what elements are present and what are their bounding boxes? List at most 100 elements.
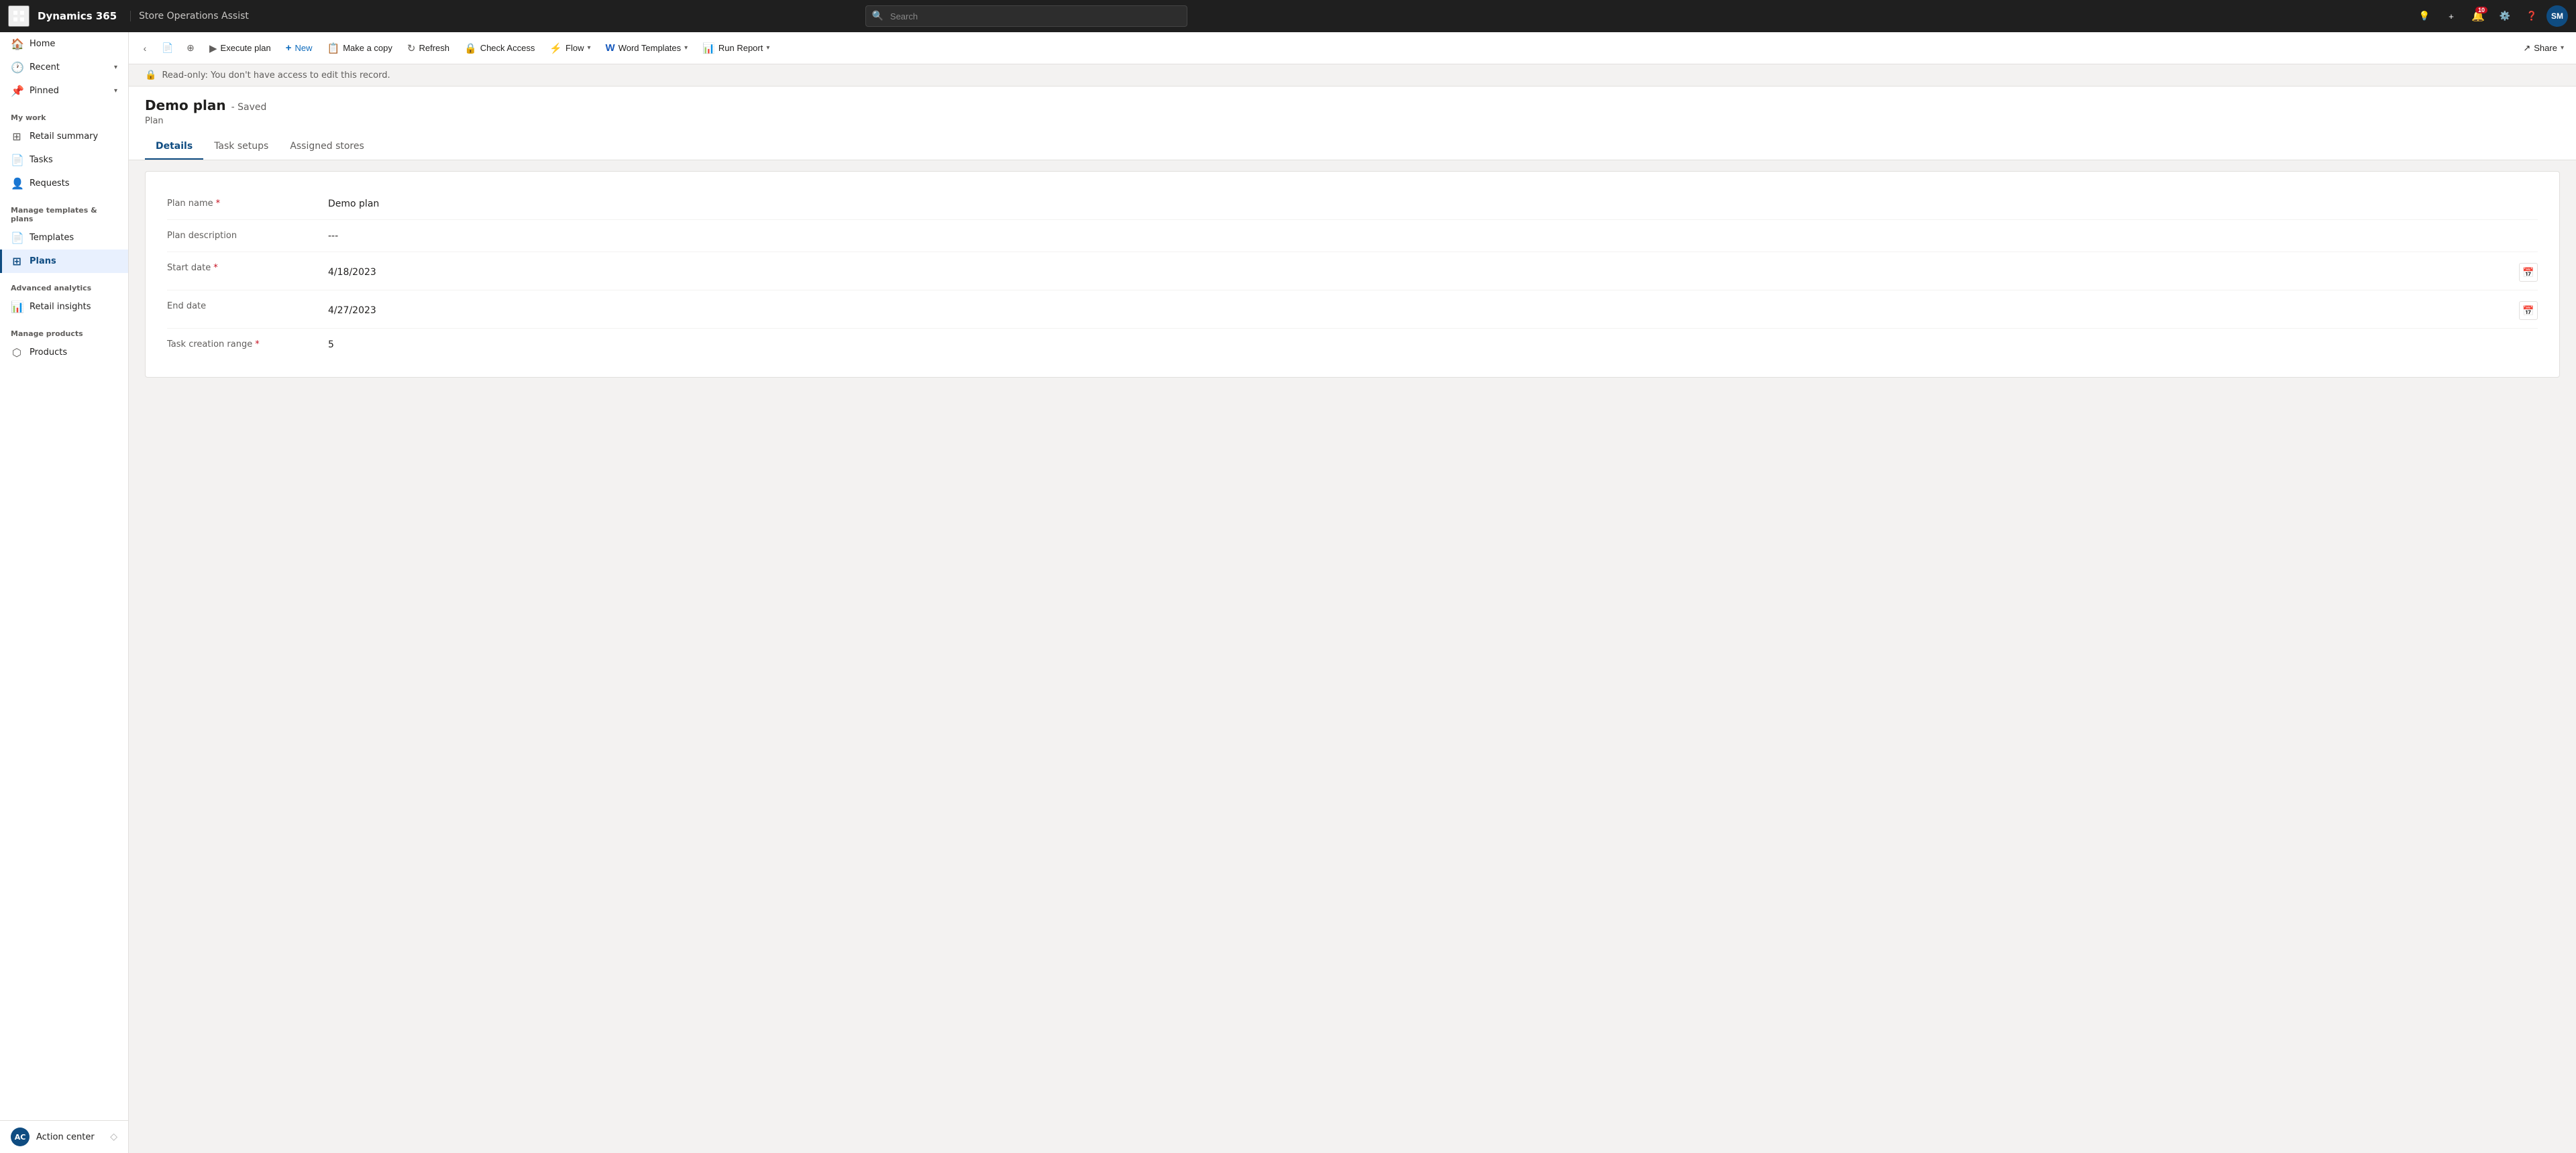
form-row-plan-description: Plan description ---: [167, 220, 2538, 252]
top-nav-actions: 💡 + 🔔 10 ⚙️ ❓ SM: [2412, 4, 2568, 28]
plan-name-text: Demo plan: [328, 199, 2538, 209]
sidebar-item-requests[interactable]: 👤 Requests: [0, 172, 128, 195]
pin-icon: 📌: [11, 85, 23, 97]
search-bar: 🔍: [865, 5, 1187, 27]
run-report-icon: 📊: [702, 42, 715, 54]
readonly-banner: 🔒 Read-only: You don't have access to ed…: [129, 64, 2576, 87]
flow-dropdown-icon: ▾: [587, 44, 590, 52]
share-icon: ↗: [2523, 43, 2530, 54]
start-date-value: 4/18/2023 📅: [328, 260, 2538, 282]
settings-icon-btn[interactable]: ⚙️: [2493, 4, 2517, 28]
back-button[interactable]: ‹: [134, 38, 156, 59]
sidebar-item-home[interactable]: 🏠 Home: [0, 32, 128, 56]
sidebar-item-products-label: Products: [30, 347, 67, 358]
end-date-value: 4/27/2023 📅: [328, 298, 2538, 320]
record-title: Demo plan: [145, 97, 226, 113]
lightbulb-icon-btn[interactable]: 💡: [2412, 4, 2436, 28]
tab-task-setups[interactable]: Task setups: [203, 134, 279, 160]
action-center-item[interactable]: AC Action center ◇: [0, 1121, 128, 1153]
share-dropdown-icon: ▾: [2561, 44, 2564, 52]
app-name: Store Operations Assist: [130, 11, 249, 21]
advanced-analytics-section-label: Advanced analytics: [0, 273, 128, 295]
form-row-plan-name: Plan name * Demo plan: [167, 188, 2538, 220]
share-button[interactable]: ↗ Share ▾: [2516, 39, 2571, 58]
sidebar-item-pinned[interactable]: 📌 Pinned ▾: [0, 79, 128, 103]
doc-view-button[interactable]: 📄: [157, 38, 178, 59]
execute-plan-label: Execute plan: [221, 43, 271, 53]
new-button[interactable]: + New: [279, 36, 319, 60]
user-avatar-btn[interactable]: SM: [2546, 5, 2568, 27]
sidebar-item-plans[interactable]: ⊞ Plans: [0, 250, 128, 273]
tab-view-button[interactable]: ⊕: [180, 38, 201, 59]
manage-products-section-label: Manage products: [0, 319, 128, 341]
form-row-task-creation-range: Task creation range * 5: [167, 329, 2538, 361]
plus-icon-btn[interactable]: +: [2439, 4, 2463, 28]
sidebar-item-pinned-label: Pinned: [30, 86, 59, 96]
check-access-label: Check Access: [480, 43, 535, 53]
lock-icon: 🔒: [145, 70, 156, 80]
refresh-icon: ↻: [407, 42, 416, 54]
end-date-calendar-button[interactable]: 📅: [2519, 301, 2538, 320]
refresh-label: Refresh: [419, 43, 449, 53]
templates-icon: 📄: [11, 231, 23, 244]
tab-assigned-stores[interactable]: Assigned stores: [279, 134, 374, 160]
sidebar-item-requests-label: Requests: [30, 178, 70, 188]
execute-plan-button[interactable]: ▶ Execute plan: [203, 36, 278, 60]
clock-icon: 🕐: [11, 61, 23, 74]
action-center-pin-icon: ◇: [110, 1132, 117, 1142]
plans-icon: ⊞: [11, 255, 23, 268]
sidebar-item-products[interactable]: ⬡ Products: [0, 341, 128, 364]
plan-description-label: Plan description: [167, 228, 328, 241]
end-date-label: End date: [167, 298, 328, 311]
sidebar: 🏠 Home 🕐 Recent ▾ 📌 Pinned ▾ My work ⊞ R…: [0, 32, 129, 1153]
execute-plan-icon: ▶: [209, 42, 217, 54]
word-templates-icon: W: [606, 42, 615, 54]
sidebar-item-retail-insights[interactable]: 📊 Retail insights: [0, 295, 128, 319]
nav-buttons: ‹ 📄 ⊕: [134, 38, 201, 59]
grid-menu-icon[interactable]: [8, 5, 30, 27]
top-navigation: Dynamics 365 Store Operations Assist 🔍 💡…: [0, 0, 2576, 32]
retail-summary-icon: ⊞: [11, 130, 23, 143]
manage-templates-section-label: Manage templates & plans: [0, 195, 128, 226]
sidebar-item-tasks[interactable]: 📄 Tasks: [0, 148, 128, 172]
make-a-copy-label: Make a copy: [343, 43, 392, 53]
search-input[interactable]: [865, 5, 1187, 27]
check-access-button[interactable]: 🔒 Check Access: [458, 36, 541, 60]
sidebar-item-retail-insights-label: Retail insights: [30, 302, 91, 312]
sidebar-item-recent[interactable]: 🕐 Recent ▾: [0, 56, 128, 79]
readonly-banner-text: Read-only: You don't have access to edit…: [162, 70, 390, 80]
retail-insights-icon: 📊: [11, 300, 23, 313]
sidebar-item-templates-label: Templates: [30, 233, 74, 243]
record-tabs: Details Task setups Assigned stores: [145, 134, 2560, 160]
sidebar-item-home-label: Home: [30, 39, 55, 49]
make-a-copy-button[interactable]: 📋 Make a copy: [321, 36, 399, 60]
sidebar-item-retail-summary[interactable]: ⊞ Retail summary: [0, 125, 128, 148]
notifications-icon-btn[interactable]: 🔔 10: [2466, 4, 2490, 28]
run-report-button[interactable]: 📊 Run Report ▾: [696, 36, 776, 60]
action-center-avatar: AC: [11, 1128, 30, 1146]
products-icon: ⬡: [11, 346, 23, 359]
copy-icon: 📋: [327, 42, 340, 54]
new-icon: +: [286, 42, 292, 54]
plan-name-value: Demo plan: [328, 196, 2538, 209]
record-saved-label: - Saved: [231, 102, 267, 113]
form-card: Plan name * Demo plan Plan description -…: [145, 171, 2560, 378]
share-label: Share: [2534, 43, 2557, 53]
word-templates-button[interactable]: W Word Templates ▾: [599, 36, 695, 60]
help-icon-btn[interactable]: ❓: [2520, 4, 2544, 28]
record-title-row: Demo plan - Saved: [145, 97, 2560, 113]
run-report-label: Run Report: [718, 43, 763, 53]
action-center-label: Action center: [36, 1132, 95, 1142]
start-date-calendar-button[interactable]: 📅: [2519, 263, 2538, 282]
tab-details[interactable]: Details: [145, 134, 203, 160]
record-header: Demo plan - Saved Plan Details Task setu…: [129, 87, 2576, 160]
flow-button[interactable]: ⚡ Flow ▾: [543, 36, 597, 60]
sidebar-item-templates[interactable]: 📄 Templates: [0, 226, 128, 250]
command-bar: ‹ 📄 ⊕ ▶ Execute plan + New 📋 Make a copy…: [129, 32, 2576, 64]
plan-name-required: *: [216, 199, 221, 209]
refresh-button[interactable]: ↻ Refresh: [400, 36, 456, 60]
check-access-icon: 🔒: [464, 42, 477, 54]
task-creation-range-text: 5: [328, 339, 2538, 350]
task-creation-range-label: Task creation range *: [167, 337, 328, 349]
task-creation-range-value: 5: [328, 337, 2538, 350]
